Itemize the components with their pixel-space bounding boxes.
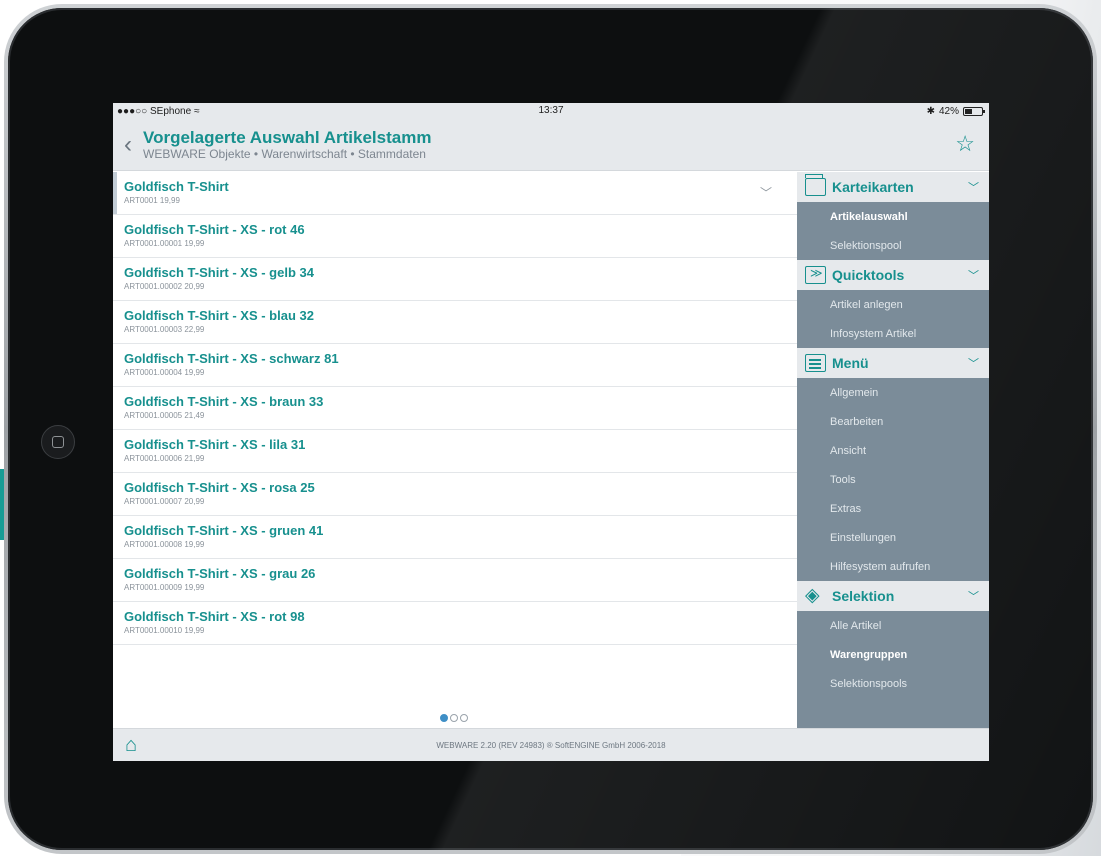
article-list: Goldfisch T-Shirt ART0001 19,99 ﹀ Goldfi… [113, 172, 797, 728]
clock: 13:37 [538, 105, 564, 116]
battery-percent: 42% [938, 105, 959, 117]
back-button[interactable]: ‹ [113, 119, 143, 171]
list-item-title: Goldfisch T-Shirt - XS - grau 26 [124, 566, 316, 581]
chevron-down-icon: ﹀ [968, 182, 979, 194]
list-item[interactable]: Goldfisch T-Shirt - XS - gelb 34 ART0001… [113, 258, 797, 301]
sidebar-item-artikel-anlegen[interactable]: Artikel anlegen [797, 290, 989, 319]
sidebar-item-warengruppen[interactable]: Warengruppen [797, 640, 989, 669]
list-item-subtitle: ART0001 19,99 [124, 196, 180, 205]
sidebar-item-allgemein[interactable]: Allgemein [797, 378, 989, 407]
list-item-title: Goldfisch T-Shirt - XS - rot 98 [124, 609, 305, 624]
list-item[interactable]: Goldfisch T-Shirt ART0001 19,99 ﹀ [113, 172, 797, 215]
section-label: Selektion [832, 588, 895, 604]
app-screen: ●●●○○ SEphone ≈ 13:37 ✱ 42% ‹ Vorgelager… [113, 103, 989, 761]
chevron-down-icon: ﹀ [968, 270, 979, 282]
page-dot-active[interactable] [440, 714, 448, 722]
list-item-title: Goldfisch T-Shirt - XS - gruen 41 [124, 523, 324, 538]
section-selektion[interactable]: Selektion ﹀ [797, 581, 989, 611]
list-item-title: Goldfisch T-Shirt - XS - braun 33 [124, 394, 324, 409]
sidebar-item-selektionspool[interactable]: Selektionspool [797, 231, 989, 260]
sidebar-item-selektionspools[interactable]: Selektionspools [797, 669, 989, 698]
sidebar-item-artikelauswahl[interactable]: Artikelauswahl [797, 202, 989, 231]
list-item-subtitle: ART0001.00002 20,99 [124, 282, 205, 291]
list-item[interactable]: Goldfisch T-Shirt - XS - lila 31 ART0001… [113, 430, 797, 473]
list-item-title: Goldfisch T-Shirt [124, 179, 229, 194]
quicktools-icon [805, 266, 826, 284]
chevron-down-icon[interactable]: ﹀ [760, 184, 772, 201]
list-item-subtitle: ART0001.00007 20,99 [124, 497, 205, 506]
list-item[interactable]: Goldfisch T-Shirt - XS - grau 26 ART0001… [113, 559, 797, 602]
list-item-title: Goldfisch T-Shirt - XS - rot 46 [124, 222, 305, 237]
section-label: Karteikarten [832, 179, 914, 195]
star-outline-icon: ☆ [955, 131, 975, 156]
sidebar-item-tools[interactable]: Tools [797, 465, 989, 494]
sidebar: Karteikarten ﹀ Artikelauswahl Selektions… [797, 172, 989, 728]
breadcrumb: WEBWARE Objekte • Warenwirtschaft • Stam… [143, 147, 426, 161]
square-icon [52, 436, 64, 448]
list-item[interactable]: Goldfisch T-Shirt - XS - gruen 41 ART000… [113, 516, 797, 559]
chevron-left-icon: ‹ [124, 130, 132, 158]
menu-icon [805, 354, 826, 372]
page-dot[interactable] [450, 714, 458, 722]
status-bar: ●●●○○ SEphone ≈ 13:37 ✱ 42% [113, 103, 989, 119]
list-item[interactable]: Goldfisch T-Shirt - XS - rot 46 ART0001.… [113, 215, 797, 258]
list-item[interactable]: Goldfisch T-Shirt - XS - schwarz 81 ART0… [113, 344, 797, 387]
favorite-button[interactable]: ☆ [955, 133, 975, 155]
section-label: Menü [832, 355, 869, 371]
sidebar-item-infosystem-artikel[interactable]: Infosystem Artikel [797, 319, 989, 348]
list-item-subtitle: ART0001.00004 19,99 [124, 368, 205, 377]
section-karteikarten[interactable]: Karteikarten ﹀ [797, 172, 989, 202]
cards-icon [805, 174, 826, 196]
list-item[interactable]: Goldfisch T-Shirt - XS - braun 33 ART000… [113, 387, 797, 430]
list-item-subtitle: ART0001.00010 19,99 [124, 626, 205, 635]
app-header: ‹ Vorgelagerte Auswahl Artikelstamm WEBW… [113, 119, 989, 171]
list-item[interactable]: Goldfisch T-Shirt - XS - blau 32 ART0001… [113, 301, 797, 344]
wifi-icon: ≈ [194, 105, 200, 117]
sidebar-item-bearbeiten[interactable]: Bearbeiten [797, 407, 989, 436]
section-quicktools[interactable]: Quicktools ﹀ [797, 260, 989, 290]
battery-fill [965, 108, 972, 114]
page-indicator[interactable] [440, 714, 468, 722]
list-item-subtitle: ART0001.00006 21,99 [124, 454, 205, 463]
list-item-title: Goldfisch T-Shirt - XS - schwarz 81 [124, 351, 339, 366]
list-item-title: Goldfisch T-Shirt - XS - blau 32 [124, 308, 314, 323]
sidebar-item-ansicht[interactable]: Ansicht [797, 436, 989, 465]
layers-icon [805, 584, 826, 607]
home-icon[interactable]: ⌂ [125, 735, 137, 755]
section-label: Quicktools [832, 267, 905, 283]
carrier-label: ●●●○○ SEphone [117, 105, 192, 117]
battery-icon [963, 106, 985, 116]
page-dot[interactable] [460, 714, 468, 722]
list-item-title: Goldfisch T-Shirt - XS - lila 31 [124, 437, 306, 452]
device-home-button[interactable] [41, 425, 75, 459]
sidebar-item-hilfesystem[interactable]: Hilfesystem aufrufen [797, 552, 989, 581]
footer-copyright: WEBWARE 2.20 (REV 24983) ® SoftENGINE Gm… [436, 740, 666, 750]
chevron-down-icon: ﹀ [968, 358, 979, 370]
list-item-subtitle: ART0001.00003 22,99 [124, 325, 205, 334]
list-item[interactable]: Goldfisch T-Shirt - XS - rot 98 ART0001.… [113, 602, 797, 645]
sidebar-item-alle-artikel[interactable]: Alle Artikel [797, 611, 989, 640]
bluetooth-icon: ✱ [926, 105, 935, 117]
sidebar-item-einstellungen[interactable]: Einstellungen [797, 523, 989, 552]
list-item[interactable]: Goldfisch T-Shirt - XS - rosa 25 ART0001… [113, 473, 797, 516]
list-item-title: Goldfisch T-Shirt - XS - rosa 25 [124, 480, 315, 495]
list-item-subtitle: ART0001.00005 21,49 [124, 411, 205, 420]
app-footer: ⌂ WEBWARE 2.20 (REV 24983) ® SoftENGINE … [113, 728, 989, 761]
page-title: Vorgelagerte Auswahl Artikelstamm [143, 128, 432, 147]
chevron-down-icon: ﹀ [968, 591, 979, 603]
list-item-title: Goldfisch T-Shirt - XS - gelb 34 [124, 265, 314, 280]
list-item-subtitle: ART0001.00001 19,99 [124, 239, 205, 248]
sidebar-item-extras[interactable]: Extras [797, 494, 989, 523]
list-item-subtitle: ART0001.00008 19,99 [124, 540, 205, 549]
section-menu[interactable]: Menü ﹀ [797, 348, 989, 378]
list-item-subtitle: ART0001.00009 19,99 [124, 583, 205, 592]
